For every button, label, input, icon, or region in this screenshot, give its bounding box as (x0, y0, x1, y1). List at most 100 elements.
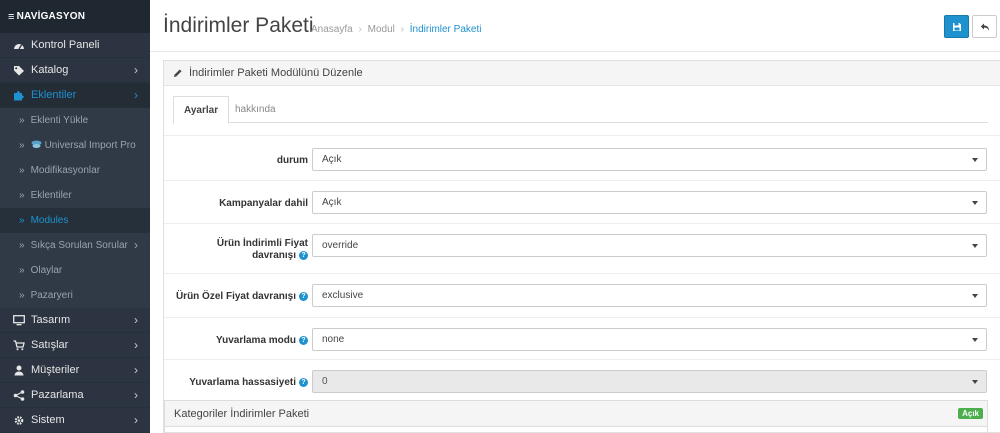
hamburger-icon: ≡ (8, 10, 15, 23)
rounding-mode-value: none (322, 334, 345, 345)
sidebar-subitem-modules[interactable]: » Modules (0, 208, 150, 233)
sidebar-subitem-marketplace[interactable]: » Pazaryeri (0, 283, 150, 308)
breadcrumb: Anasayfa › Modul › İndirimler Paketi (311, 24, 481, 35)
sidebar-subitem-label: Modifikasyonlar (30, 165, 101, 176)
help-icon[interactable]: ? (299, 291, 308, 301)
form-row-discount-price-behavior: Ürün İndirimli Fiyat davranışı? override (164, 223, 1000, 273)
chevron-right-icon: › (134, 238, 138, 252)
sidebar-item-label: Eklentiler (31, 89, 77, 101)
tab-bar: Ayarlar hakkında (173, 96, 988, 124)
nav-header-label: NAVİGASYON (16, 11, 86, 22)
sidebar-subitem-label: Olaylar (30, 265, 63, 276)
breadcrumb-separator: › (358, 24, 362, 35)
form-row-campaigns: Kampanyalar dahil Açık (164, 180, 1000, 223)
sidebar: ≡ NAVİGASYON Kontrol Paneli Katalog › Ek… (0, 0, 150, 433)
sidebar-subitem-universal-import[interactable]: » Universal Import Pro (0, 133, 150, 158)
sidebar-subitem-label: Eklenti Yükle (30, 115, 89, 126)
rounding-precision-value: 0 (322, 376, 328, 387)
chevron-right-icon: › (134, 363, 138, 377)
double-chevron-icon: » (19, 190, 25, 201)
sidebar-subitem-label: Pazaryeri (30, 290, 73, 301)
import-logo-icon (31, 140, 42, 152)
sidebar-subitem-label: Modules (30, 215, 69, 226)
special-price-behavior-select[interactable]: exclusive (312, 284, 987, 307)
caret-down-icon (972, 294, 978, 298)
discount-price-behavior-select[interactable]: override (312, 234, 987, 257)
sidebar-item-catalog[interactable]: Katalog › (0, 58, 150, 83)
puzzle-icon (12, 90, 25, 101)
panel-heading: İndirimler Paketi Modülünü Düzenle (164, 61, 1000, 86)
help-icon[interactable]: ? (299, 335, 308, 345)
monitor-icon (12, 314, 25, 326)
panel-heading-text: İndirimler Paketi Modülünü Düzenle (189, 67, 363, 79)
sidebar-subitem-label: Universal Import Pro (44, 140, 136, 151)
save-button[interactable] (944, 15, 969, 38)
form-row-rounding-mode: Yuvarlama modu? none (164, 317, 1000, 359)
sidebar-item-marketing[interactable]: Pazarlama › (0, 383, 150, 408)
special-price-behavior-value: exclusive (322, 290, 364, 301)
status-label: durum (276, 155, 308, 166)
nav-header[interactable]: ≡ NAVİGASYON (0, 0, 150, 33)
sidebar-item-sales[interactable]: Satışlar › (0, 333, 150, 358)
sidebar-item-customers[interactable]: Müşteriler › (0, 358, 150, 383)
caret-down-icon (972, 244, 978, 248)
sidebar-item-extensions[interactable]: Eklentiler › (0, 83, 150, 108)
sidebar-subitem-label: Sıkça Sorulan Sorular (30, 240, 128, 251)
help-icon[interactable]: ? (299, 250, 308, 260)
sidebar-item-system[interactable]: Sistem › (0, 408, 150, 433)
breadcrumb-current[interactable]: İndirimler Paketi (410, 24, 482, 35)
sidebar-item-label: Tasarım (31, 314, 71, 326)
double-chevron-icon: » (19, 215, 25, 226)
sidebar-subitem-faq[interactable]: » Sıkça Sorulan Sorular › (0, 233, 150, 258)
chevron-right-icon: › (134, 63, 138, 77)
double-chevron-icon: » (19, 165, 25, 176)
discount-price-behavior-value: override (322, 240, 359, 251)
sidebar-item-label: Sistem (31, 414, 65, 426)
caret-down-icon (972, 338, 978, 342)
tab-settings[interactable]: Ayarlar (173, 96, 230, 124)
breadcrumb-module[interactable]: Modul (368, 24, 395, 35)
double-chevron-icon: » (19, 290, 25, 301)
campaigns-select[interactable]: Açık (312, 191, 987, 214)
rounding-mode-label: Yuvarlama modu? (216, 335, 308, 347)
share-icon (12, 389, 25, 401)
double-chevron-icon: » (19, 115, 25, 126)
campaigns-value: Açık (322, 197, 342, 208)
sidebar-item-label: Katalog (31, 64, 69, 76)
chevron-right-icon: › (134, 338, 138, 352)
campaigns-label: Kampanyalar dahil (219, 198, 308, 209)
help-icon[interactable]: ? (299, 377, 308, 387)
categories-panel: Kategoriler İndirimler Paketi Açık (164, 400, 988, 433)
sidebar-subitem-modifications[interactable]: » Modifikasyonlar (0, 158, 150, 183)
dashboard-icon (12, 40, 25, 51)
sidebar-subitem-label: Eklentiler (30, 190, 72, 201)
page-title: İndirimler Paketi (163, 14, 314, 37)
categories-panel-title: Kategoriler İndirimler Paketi (174, 407, 310, 420)
status-select[interactable]: Açık (312, 148, 987, 171)
rounding-mode-select[interactable]: none (312, 328, 987, 351)
save-icon (952, 22, 961, 31)
page-header: İndirimler Paketi Anasayfa › Modul › İnd… (150, 0, 1000, 52)
chevron-right-icon: › (134, 88, 138, 102)
sidebar-item-label: Pazarlama (31, 389, 84, 401)
rounding-precision-select: 0 (312, 370, 987, 393)
sidebar-subitem-install-extension[interactable]: » Eklenti Yükle (0, 108, 150, 133)
rounding-precision-label: Yuvarlama hassasiyeti? (189, 377, 308, 389)
tag-icon (12, 65, 25, 76)
form-row-status: durum Açık (164, 135, 1000, 180)
back-button[interactable] (972, 15, 997, 38)
status-value: Açık (322, 154, 342, 165)
sidebar-subitem-extensions[interactable]: » Eklentiler (0, 183, 150, 208)
main-content: İndirimler Paketi Anasayfa › Modul › İnd… (150, 0, 1000, 433)
breadcrumb-home[interactable]: Anasayfa (311, 24, 353, 35)
tab-about[interactable]: hakkında (225, 96, 286, 123)
breadcrumb-separator: › (400, 24, 404, 35)
special-price-behavior-label: Ürün Özel Fiyat davranışı? (176, 291, 308, 303)
categories-panel-heading[interactable]: Kategoriler İndirimler Paketi Açık (165, 401, 987, 427)
chevron-right-icon: › (134, 313, 138, 327)
sidebar-subitem-events[interactable]: » Olaylar (0, 258, 150, 283)
reply-icon (980, 23, 989, 31)
chevron-right-icon: › (134, 388, 138, 402)
sidebar-item-dashboard[interactable]: Kontrol Paneli (0, 33, 150, 58)
sidebar-item-design[interactable]: Tasarım › (0, 308, 150, 333)
